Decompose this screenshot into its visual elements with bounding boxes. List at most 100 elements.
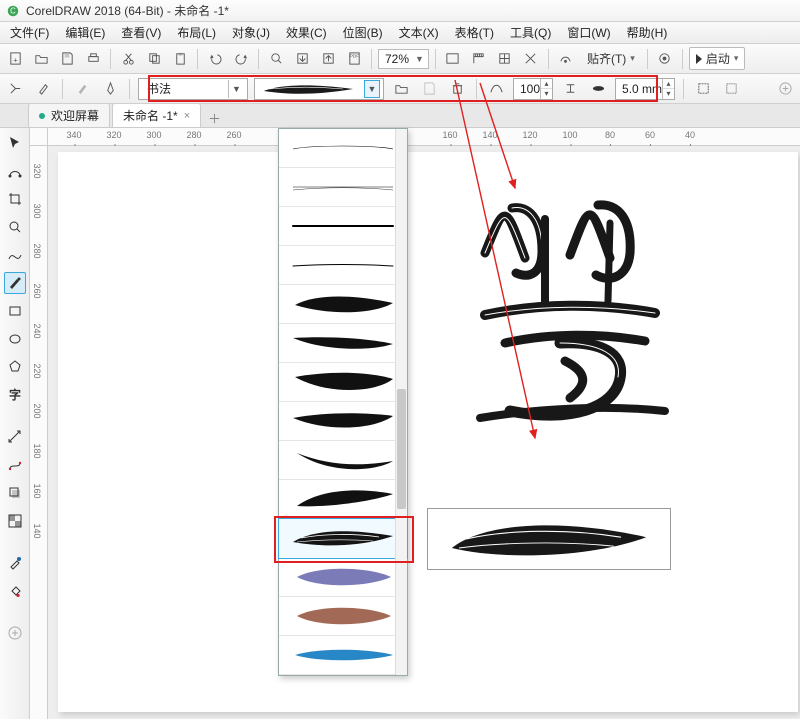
zoom-combo[interactable]: 72% ▼ [378,49,429,69]
stroke-width-spinner[interactable]: 5.0 mm ▴▾ [615,78,675,100]
brush-mode-preset-icon[interactable] [4,78,26,100]
rectangle-tool[interactable] [4,300,26,322]
smoothing-spinner[interactable]: 100 ▴▾ [513,78,553,100]
dimension-tool[interactable] [4,426,26,448]
paste-button[interactable] [169,48,191,70]
menu-view[interactable]: 查看(V) [115,22,167,43]
menu-file[interactable]: 文件(F) [4,22,55,43]
polygon-tool[interactable] [4,356,26,378]
add-panel-icon[interactable] [774,78,796,100]
artistic-media-tool[interactable] [4,272,26,294]
ruler-tick: 240 [32,324,42,339]
open-button[interactable] [30,48,52,70]
brush-stroke-dropdown[interactable] [278,128,408,676]
zoom-value: 72% [385,52,409,66]
save-button[interactable] [56,48,78,70]
brush-item-7[interactable] [279,363,407,402]
lock-ratio-icon[interactable] [559,78,581,100]
bounding-box-icon[interactable] [692,78,714,100]
brush-item-5[interactable] [279,285,407,324]
brush-item-12[interactable] [279,558,407,597]
brush-item-3[interactable] [279,207,407,246]
menu-layout[interactable]: 布局(L) [171,22,222,43]
copy-button[interactable] [143,48,165,70]
menu-edit[interactable]: 编辑(E) [59,22,111,43]
brush-nib-icon[interactable] [99,78,121,100]
drop-shadow-tool[interactable] [4,482,26,504]
brush-item-6[interactable] [279,324,407,363]
spinner-buttons[interactable]: ▴▾ [662,79,674,99]
new-tab-button[interactable] [205,109,223,127]
close-icon[interactable]: × [184,110,190,122]
brush-pen-icon[interactable] [32,78,54,100]
brush-category-value: 书法 [147,80,171,97]
launch-button[interactable]: 启动 ▾ [689,47,746,70]
brush-item-selected[interactable] [278,518,408,559]
transparency-tool[interactable] [4,510,26,532]
eyedropper-tool[interactable] [4,552,26,574]
tab-welcome[interactable]: 欢迎屏幕 [28,103,110,127]
menu-object[interactable]: 对象(J) [226,22,276,43]
zoom-tool[interactable] [4,216,26,238]
crop-tool[interactable] [4,188,26,210]
pdf-export-button[interactable]: PDF [343,48,365,70]
undo-button[interactable] [204,48,226,70]
delete-preset-icon[interactable] [446,78,468,100]
menu-help[interactable]: 帮助(H) [621,22,674,43]
scrollbar[interactable] [395,129,407,675]
tab-document[interactable]: 未命名 -1* × [112,103,201,127]
brush-item-10[interactable] [279,480,407,519]
brush-item-13[interactable] [279,597,407,636]
freehand-tool[interactable] [4,244,26,266]
redo-button[interactable] [230,48,252,70]
menu-window[interactable]: 窗口(W) [561,22,616,43]
show-guides-button[interactable] [520,48,542,70]
snap-dropdown-icon[interactable] [555,48,577,70]
brush-item-8[interactable] [279,402,407,441]
page[interactable] [58,152,798,712]
show-grid-button[interactable] [494,48,516,70]
menu-effect[interactable]: 效果(C) [280,22,333,43]
search-button[interactable] [265,48,287,70]
print-button[interactable] [82,48,104,70]
spinner-buttons[interactable]: ▴▾ [540,79,552,99]
import-button[interactable] [291,48,313,70]
show-rulers-button[interactable] [468,48,490,70]
menu-bitmap[interactable]: 位图(B) [337,22,389,43]
ruler-tick: 280 [186,130,201,140]
brush-item-2[interactable] [279,168,407,207]
save-preset-icon[interactable] [418,78,440,100]
pick-tool[interactable] [4,132,26,154]
ruler-tick: 320 [32,164,42,179]
brush-item-9[interactable] [279,441,407,480]
new-doc-button[interactable]: + [4,48,26,70]
dashed-box-icon[interactable] [720,78,742,100]
svg-text:字: 字 [8,387,20,402]
launch-label: 启动 [706,50,730,67]
ruler-vertical: 320 300 280 260 240 220 200 180 160 140 [30,146,48,719]
brush-category-combo[interactable]: 书法 ▼ [138,78,248,100]
brush-item-14[interactable] [279,636,407,675]
ellipse-tool[interactable] [4,328,26,350]
ruler-horizontal: 340 320 300 280 260 160 140 120 100 80 6… [48,128,800,146]
cut-button[interactable] [117,48,139,70]
snap-combo[interactable]: 贴齐(T) ▾ [581,48,641,69]
brush-pressure-icon[interactable] [71,78,93,100]
brush-item-1[interactable] [279,129,407,168]
options-button[interactable] [654,48,676,70]
fullscreen-button[interactable] [442,48,464,70]
connector-tool[interactable] [4,454,26,476]
brush-stroke-combo[interactable]: ▼ [254,78,384,100]
ruler-tick: 180 [32,444,42,459]
brush-item-4[interactable] [279,246,407,285]
text-tool[interactable]: 字 [4,384,26,406]
export-button[interactable] [317,48,339,70]
add-tool-icon[interactable] [4,622,26,644]
menu-table[interactable]: 表格(T) [449,22,500,43]
scrollbar-thumb[interactable] [397,389,406,509]
fill-tool[interactable] [4,580,26,602]
menu-tools[interactable]: 工具(Q) [504,22,557,43]
shape-tool[interactable] [4,160,26,182]
folder-open-icon[interactable] [390,78,412,100]
menu-text[interactable]: 文本(X) [393,22,445,43]
